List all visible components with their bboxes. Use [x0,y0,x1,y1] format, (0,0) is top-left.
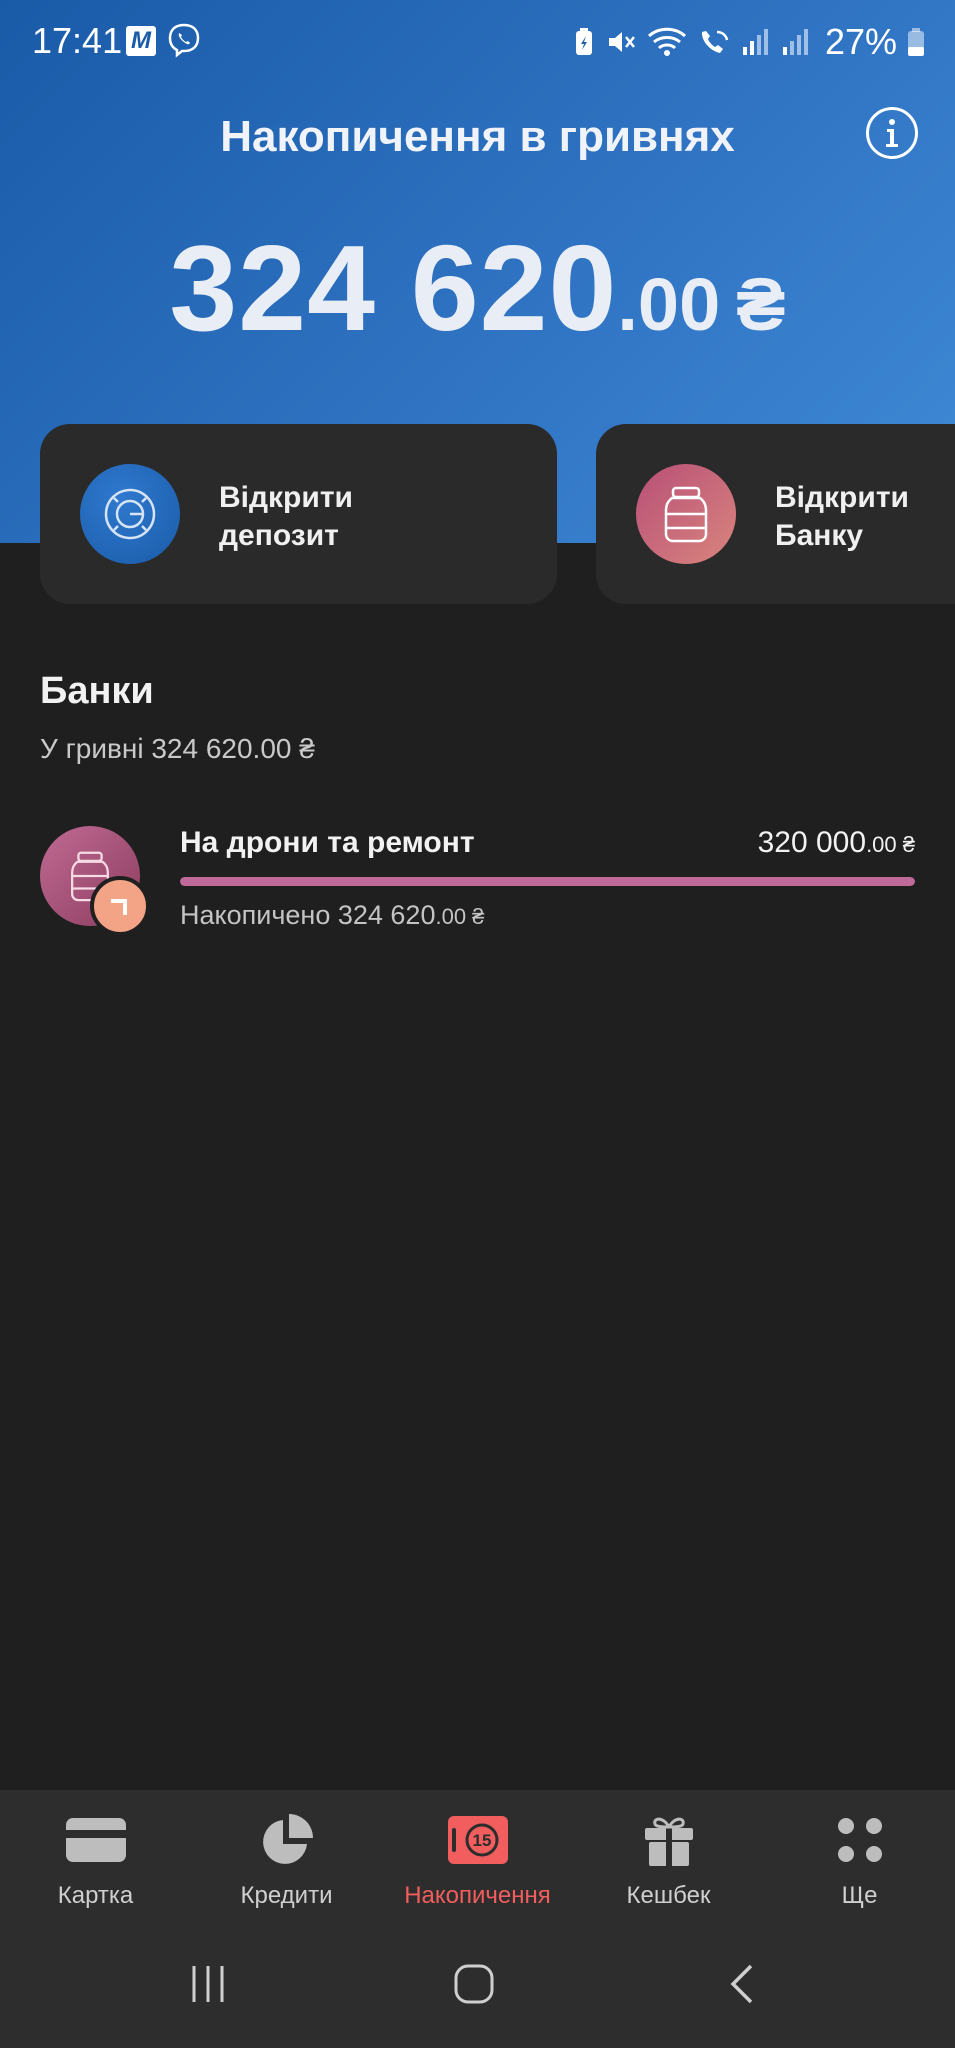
bottom-navigation: Картка Кредити 15 Накопичення Кешбек Ще [0,1790,955,1924]
recent-apps-icon [192,1966,224,2002]
balance-currency: ₴ [736,263,786,346]
back-icon [730,1964,753,2004]
signal-icon [782,29,808,55]
nav-label-credits: Кредити [240,1882,333,1909]
battery-saver-icon [575,28,592,55]
deposit-icon [80,464,180,564]
nav-item-cashback[interactable]: Кешбек [573,1790,764,1924]
jar-saved-text: Накопичено 324 620 [180,900,436,930]
more-dots-icon [828,1812,892,1868]
signal-icon [742,29,768,55]
open-jar-label: Відкрити Банку [775,481,909,552]
open-deposit-label: Відкрити депозит [219,481,353,552]
m-icon: M [126,26,156,56]
status-bar: 17:41 M 27% [0,0,955,86]
open-jar-card[interactable]: Відкрити Банку [596,424,955,604]
pie-chart-icon [255,1812,319,1868]
total-balance: 324 620.00 ₴ [0,218,955,358]
jar-goal: 320 000.00 ₴ [758,826,915,860]
jar-goal-integer: 320 000 [757,826,867,859]
battery-icon [908,28,924,56]
page-title: Накопичення в гривнях [220,112,735,161]
balance-decimal: .00 [617,263,721,346]
home-button[interactable] [444,1954,504,2014]
savings-badge: 15 [472,1831,491,1850]
nav-item-credits[interactable]: Кредити [191,1790,382,1924]
jar-badge [90,876,150,936]
jar-progress-fill [180,877,915,886]
gift-icon [637,1812,701,1868]
jar-goal-decimal: .00 ₴ [866,832,915,857]
jar-saved: Накопичено 324 620.00 ₴ [180,900,484,931]
status-icons: 27% [573,21,925,62]
jar-name: На дрони та ремонт [180,826,475,859]
battery-percent: 27% [824,21,897,62]
nav-item-more[interactable]: Ще [764,1790,955,1924]
system-navigation [0,1924,955,2048]
status-time: 17:41 [32,20,123,61]
nav-label-savings: Накопичення [404,1882,551,1909]
nav-label-more: Ще [841,1882,878,1909]
arrow-up-right-icon [111,899,127,915]
savings-icon: 15 [446,1812,510,1868]
info-button[interactable] [866,107,918,159]
nav-label-cashback: Кешбек [626,1882,711,1909]
nav-item-card[interactable]: Картка [0,1790,191,1924]
wifi-icon [647,27,686,56]
jars-section-subtitle: У гривні 324 620.00 ₴ [40,733,315,764]
jar-list-item[interactable]: На дрони та ремонт 320 000.00 ₴ Накопиче… [0,800,955,960]
jar-saved-decimal: .00 ₴ [435,904,485,929]
nav-label-card: Картка [57,1882,134,1909]
open-deposit-card[interactable]: Відкрити депозит [40,424,557,604]
jar-icon [636,464,736,564]
recent-apps-button[interactable] [178,1954,238,2014]
jars-section-title: Банки [40,670,154,712]
info-icon [886,119,898,147]
viber-icon [168,23,200,58]
nav-item-savings[interactable]: 15 Накопичення [382,1790,573,1924]
jar-progress-bar [180,877,915,886]
mute-icon [608,32,635,52]
wifi-call-icon [701,30,729,53]
balance-integer: 324 620 [169,220,618,356]
card-icon [64,1812,128,1868]
back-button[interactable] [712,1954,772,2014]
home-icon [454,1964,494,2004]
